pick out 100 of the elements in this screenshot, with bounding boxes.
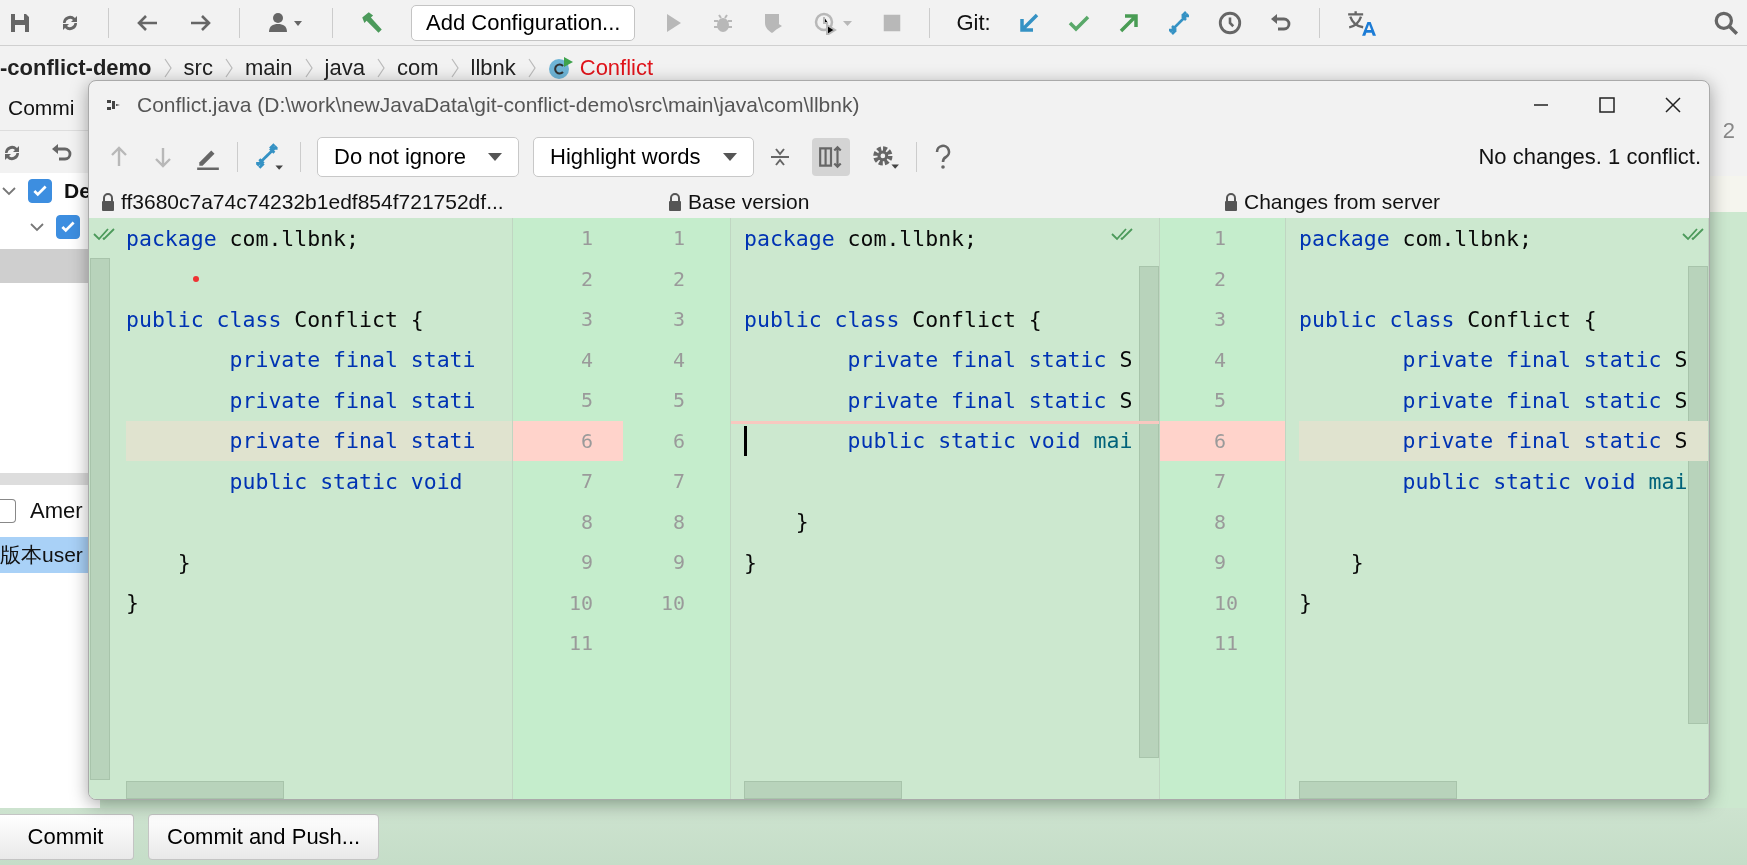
line-number: 11 [568,631,593,656]
pane-header: Changes from server [1244,189,1441,214]
breadcrumb-item[interactable]: com [396,55,439,81]
line-number: 7 [580,469,593,494]
code-line: private final static S [846,387,1133,413]
code-line: private final stati [228,428,476,454]
line-number: 8 [580,509,593,534]
chevron-icon [450,58,459,78]
code-line: private final stati [228,347,476,373]
line-number: 9 [1214,550,1227,575]
sync-scroll-toggle[interactable] [811,138,850,176]
commit-button[interactable]: Commit [0,813,134,860]
line-number: 3 [672,307,685,332]
code-line: private final stati [228,387,476,413]
line-number: 4 [580,347,593,372]
code-line: } [794,509,809,535]
chevron-icon [304,58,313,78]
close-icon[interactable] [1663,95,1683,115]
search-icon[interactable] [1713,9,1739,36]
line-number: 1 [672,226,685,251]
chevron-icon[interactable] [30,222,44,232]
scrollbar[interactable] [126,781,284,799]
breadcrumb-item[interactable]: java [324,55,365,81]
code-line: public class Conflict { [1299,306,1597,332]
code-line: } [126,590,139,616]
line-number: 6 [1214,428,1227,453]
pane-header: ff3680c7a74c74232b1edf854f721752df... [121,189,504,214]
caret-icon [722,153,737,161]
code-line: public static void mai [846,428,1133,454]
scrollbar[interactable] [744,781,902,799]
breadcrumb-item[interactable]: main [244,55,293,81]
commit-and-push-button[interactable]: Commit and Push... [148,813,380,860]
line-number: 9 [580,550,593,575]
breadcrumb-item[interactable]: llbnk [470,55,516,81]
line-number: 2 [580,266,593,291]
lock-icon [101,192,115,211]
line-number: 1 [580,226,593,251]
translate-icon[interactable] [1345,8,1376,37]
line-number: 6 [580,428,593,453]
code-line: package com.llbnk; [744,225,977,251]
line-number: 1 [1214,226,1227,251]
code-line: private final static S [1401,428,1688,454]
scrollbar[interactable] [1139,266,1159,758]
class-icon [547,56,574,80]
hammer-icon[interactable] [359,9,385,36]
code-line: private final static S [1401,387,1688,413]
lock-icon [1224,192,1238,211]
line-number: 6 [672,428,685,453]
lock-icon [668,192,682,211]
checkbox[interactable] [28,179,52,203]
breadcrumb-item[interactable]: Conflict [579,55,654,81]
git-label: Git: [956,9,991,36]
chevron-icon [224,58,233,78]
code-line: public static void [228,468,463,494]
line-number: 4 [1214,347,1227,372]
code-line: } [1299,590,1312,616]
breadcrumb-item[interactable]: -conflict-demo [0,55,152,81]
checkbox[interactable] [56,215,80,239]
code-line: public static void mai [1401,468,1688,494]
line-number: 10 [568,590,593,615]
clock-icon[interactable] [1216,9,1243,36]
code-line: } [176,549,191,575]
code-line: private final static S [1401,347,1688,373]
window-title: Conflict.java (D:\work\newJavaData\git-conflict-demo\src\main\java\com\llbnk) [137,93,860,117]
line-number: 5 [1214,388,1227,413]
highlight-dropdown[interactable]: Highlight words [533,137,754,177]
line-number: 7 [1214,469,1227,494]
line-number: 2 [1214,266,1227,291]
line-number: 4 [672,347,685,372]
line-number: 5 [672,388,685,413]
pane-header: Base version [688,189,810,214]
window-icon [105,97,121,113]
line-number: 7 [672,469,685,494]
maximize-icon[interactable] [1597,95,1617,115]
add-configuration-button[interactable]: Add Configuration... [411,4,636,41]
columns-icon [817,144,844,170]
chevron-icon [376,58,385,78]
ignore-dropdown[interactable]: Do not ignore [317,137,520,177]
line-number: 10 [660,590,685,615]
line-number: 3 [1214,307,1227,332]
amend-label: Amer [30,498,83,524]
scrollbar[interactable] [90,258,110,780]
chevron-icon[interactable] [2,186,16,196]
code-line: public class Conflict { [126,306,424,332]
breadcrumb-item[interactable]: src [183,55,213,81]
line-number: 9 [672,550,685,575]
checkbox[interactable] [0,499,16,523]
code-line: private final static S [846,347,1133,373]
code-line: package com.llbnk; [126,225,359,251]
line-number: 11 [1214,631,1239,656]
line-number: 10 [1214,590,1239,615]
merge-status: No changes. 1 conflict. [1478,144,1701,170]
caret-icon [488,153,503,161]
scrollbar[interactable] [1299,781,1457,799]
scrollbar[interactable] [1688,266,1708,724]
line-number: 3 [580,307,593,332]
chevron-icon [527,58,536,78]
code-line: } [1349,549,1364,575]
line-number: 8 [1214,509,1227,534]
code-line: public class Conflict { [744,306,1042,332]
